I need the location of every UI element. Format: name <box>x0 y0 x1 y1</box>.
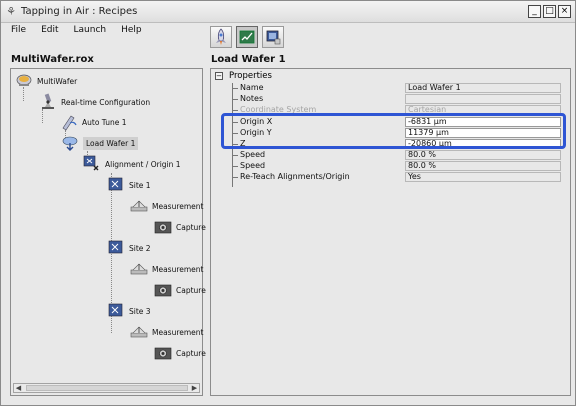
tree-node-load-wafer[interactable]: Load Wafer 1 <box>61 133 139 153</box>
properties-section-header[interactable]: − Properties <box>215 71 272 81</box>
tree-node-capture-2[interactable]: Capture <box>154 280 206 300</box>
property-value-notes[interactable] <box>405 94 561 104</box>
tree-tick <box>232 161 238 167</box>
tree-tick <box>232 83 238 89</box>
window-controls: _ □ × <box>528 5 571 18</box>
menu-help[interactable]: Help <box>111 23 147 39</box>
property-label: Speed <box>240 161 266 170</box>
tree-node-auto-tune[interactable]: Auto Tune 1 <box>60 112 127 132</box>
maximize-button[interactable]: □ <box>543 5 556 18</box>
tree-node-measurement-1[interactable]: Measurement <box>130 196 204 216</box>
tree-node-label: Load Wafer 1 <box>83 136 139 150</box>
properties-section-label: Properties <box>229 71 272 81</box>
property-row-reteach: Re-Teach Alignments/Origin Yes <box>211 172 570 183</box>
tree-node-label: Site 3 <box>129 306 151 316</box>
property-value-speed[interactable]: 80.0 % <box>405 150 561 160</box>
property-row-speed-1: Speed 80.0 % <box>211 150 570 161</box>
measurement-icon <box>130 326 148 338</box>
tree-node-alignment[interactable]: Alignment / Origin 1 <box>83 154 181 174</box>
right-pane-title: Load Wafer 1 <box>211 54 286 65</box>
tree-node-label: Capture <box>176 222 206 232</box>
close-button[interactable]: × <box>558 5 571 18</box>
app-icon: ⚘ <box>6 5 16 18</box>
property-label: Notes <box>240 94 264 103</box>
alignment-icon <box>83 155 99 171</box>
site-icon <box>108 177 123 191</box>
tree-tick <box>232 105 238 111</box>
tree-node-label: Real-time Configuration <box>61 97 151 107</box>
measurement-icon <box>130 200 148 212</box>
tree-node-label: Capture <box>176 348 206 358</box>
property-label: Speed <box>240 150 266 159</box>
tune-icon <box>62 115 77 131</box>
recipe-tree-panel: MultiWafer Real-time Configuration Auto … <box>10 68 206 396</box>
tree-node-capture-1[interactable]: Capture <box>154 217 206 237</box>
menu-file[interactable]: File <box>1 23 31 39</box>
site-icon <box>108 303 123 317</box>
tree-node-capture-3[interactable]: Capture <box>154 343 206 363</box>
site-icon <box>108 240 123 254</box>
microscope-icon <box>42 93 54 109</box>
tree-node-site-1[interactable]: Site 1 <box>107 175 151 195</box>
tree-node-site-3[interactable]: Site 3 <box>107 301 151 321</box>
menu-bar: File Edit Launch Help <box>1 23 575 39</box>
load-wafer-icon <box>62 136 78 151</box>
capture-icon <box>154 284 172 297</box>
tree-node-label: Site 1 <box>129 180 151 190</box>
tree-node-label: Measurement <box>152 327 204 337</box>
property-value-reteach[interactable]: Yes <box>405 172 561 182</box>
wafer-icon <box>16 74 32 86</box>
device-icon <box>266 30 281 45</box>
horizontal-scrollbar[interactable]: ◀ ▶ <box>13 383 200 393</box>
tree-node-label: Alignment / Origin 1 <box>105 159 181 169</box>
scroll-right-icon[interactable]: ▶ <box>190 384 199 392</box>
tree-tick <box>232 150 238 156</box>
tree-node-label: Measurement <box>152 264 204 274</box>
highlight-box <box>221 113 566 149</box>
tree-node-measurement-2[interactable]: Measurement <box>130 259 204 279</box>
title-bar[interactable]: ⚘ Tapping in Air : Recipes _ □ × <box>1 1 575 23</box>
launch-button[interactable] <box>210 26 232 48</box>
left-pane-title: MultiWafer.rox <box>11 54 94 65</box>
tree-node-label: Auto Tune 1 <box>82 117 127 127</box>
capture-icon <box>154 347 172 360</box>
property-label: Re-Teach Alignments/Origin <box>240 172 350 181</box>
view-button[interactable] <box>236 26 258 48</box>
property-value-speed[interactable]: 80.0 % <box>405 161 561 171</box>
property-row-speed-2: Speed 80.0 % <box>211 161 570 172</box>
tree-tick <box>232 172 238 178</box>
scrollbar-thumb[interactable] <box>26 385 188 391</box>
property-row-notes: Notes <box>211 94 570 105</box>
tree-node-label: Measurement <box>152 201 204 211</box>
settings-button[interactable] <box>262 26 284 48</box>
rocket-icon <box>216 28 226 45</box>
menu-launch[interactable]: Launch <box>64 23 112 39</box>
app-window: ⚘ Tapping in Air : Recipes _ □ × File Ed… <box>0 0 576 406</box>
tree-node-measurement-3[interactable]: Measurement <box>130 322 204 342</box>
tree-node-label: MultiWafer <box>37 76 78 86</box>
scroll-left-icon[interactable]: ◀ <box>14 384 23 392</box>
menu-edit[interactable]: Edit <box>31 23 63 39</box>
property-row-name: Name Load Wafer 1 <box>211 83 570 94</box>
chart-check-icon <box>239 30 255 44</box>
property-value-name[interactable]: Load Wafer 1 <box>405 83 561 93</box>
tree-tick <box>232 94 238 100</box>
measurement-icon <box>130 263 148 275</box>
tree-node-site-2[interactable]: Site 2 <box>107 238 151 258</box>
tree-node-label: Capture <box>176 285 206 295</box>
tree-node-multiwafer[interactable]: MultiWafer <box>15 71 77 91</box>
toolbar <box>210 26 284 48</box>
property-label: Name <box>240 83 264 92</box>
collapse-icon[interactable]: − <box>215 72 223 80</box>
capture-icon <box>154 221 172 234</box>
window-title: Tapping in Air : Recipes <box>21 6 138 17</box>
minimize-button[interactable]: _ <box>528 5 541 18</box>
tree-node-label: Site 2 <box>129 243 151 253</box>
tree-node-realtime-config[interactable]: Real-time Configuration <box>39 92 150 112</box>
